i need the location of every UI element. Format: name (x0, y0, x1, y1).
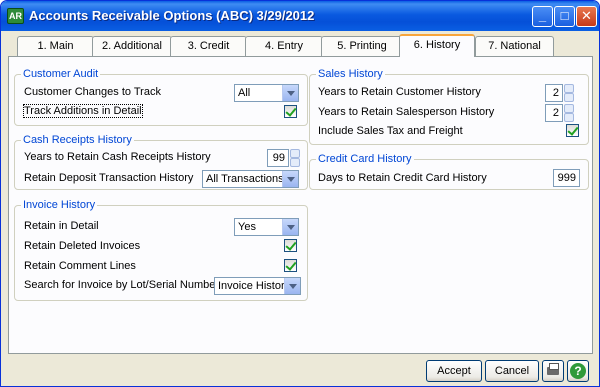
tab-credit[interactable]: 3. Credit (170, 36, 247, 56)
salesperson-history-years-spinner[interactable] (564, 104, 574, 122)
retain-detail-select[interactable]: Yes (234, 218, 299, 236)
search-invoice-select[interactable]: Invoice History (214, 277, 301, 295)
history-panel: Customer Audit Customer Changes to Track… (8, 56, 593, 354)
cash-receipts-years-spinner[interactable] (290, 149, 300, 167)
search-invoice-value: Invoice History (218, 280, 291, 292)
printer-icon (547, 363, 559, 375)
tab-additional[interactable]: 2. Additional (92, 36, 172, 56)
customer-changes-value: All (238, 87, 251, 99)
window-title: Accounts Receivable Options (ABC) 3/29/2… (29, 8, 315, 23)
customer-history-years-label: Years to Retain Customer History (318, 86, 481, 98)
include-tax-checkbox[interactable] (566, 124, 579, 137)
cash-receipts-years-label: Years to Retain Cash Receipts History (24, 151, 211, 163)
deposit-history-label: Retain Deposit Transaction History (24, 172, 194, 184)
track-additions-label: Track Additions in Detail (23, 104, 143, 118)
customer-audit-group: Customer Audit Customer Changes to Track… (14, 68, 308, 126)
print-button[interactable] (542, 360, 564, 382)
salesperson-history-years-label: Years to Retain Salesperson History (318, 106, 495, 118)
tab-national[interactable]: 7. National (475, 36, 554, 56)
cash-receipts-group: Cash Receipts History Years to Retain Ca… (14, 134, 308, 190)
app-icon: AR (7, 8, 24, 24)
track-additions-checkbox[interactable] (284, 105, 297, 118)
credit-card-days-label: Days to Retain Credit Card History (318, 172, 487, 184)
maximize-button[interactable]: □ (554, 6, 575, 27)
customer-audit-title: Customer Audit (21, 68, 101, 80)
invoice-history-title: Invoice History (21, 199, 98, 211)
credit-card-group: Credit Card History Days to Retain Credi… (309, 153, 589, 190)
tab-printing[interactable]: 5. Printing (321, 36, 403, 56)
chevron-down-icon[interactable] (282, 85, 298, 101)
retain-deleted-label: Retain Deleted Invoices (24, 240, 141, 252)
retain-comment-label: Retain Comment Lines (24, 260, 136, 272)
sales-history-group: Sales History Years to Retain Customer H… (309, 68, 589, 145)
cancel-button[interactable]: Cancel (485, 360, 539, 382)
accept-button[interactable]: Accept (426, 360, 482, 382)
minimize-button[interactable]: _ (532, 6, 553, 27)
retain-comment-checkbox[interactable] (284, 259, 297, 272)
customer-changes-label: Customer Changes to Track (24, 86, 161, 98)
close-button[interactable]: ✕ (576, 6, 597, 27)
retain-detail-label: Retain in Detail (24, 220, 99, 232)
chevron-down-icon[interactable] (282, 219, 298, 235)
deposit-history-value: All Transactions (206, 173, 284, 185)
cash-receipts-title: Cash Receipts History (21, 134, 134, 146)
help-icon: ? (570, 363, 586, 379)
search-invoice-label: Search for Invoice by Lot/Serial Number … (24, 279, 232, 291)
customer-history-years-spinner[interactable] (564, 84, 574, 102)
chevron-down-icon[interactable] (284, 278, 300, 294)
customer-history-years-field[interactable]: 2 (545, 84, 563, 102)
sales-history-title: Sales History (316, 68, 385, 80)
cash-receipts-years-field[interactable]: 99 (267, 149, 289, 167)
credit-card-title: Credit Card History (316, 153, 414, 165)
deposit-history-select[interactable]: All Transactions (202, 170, 299, 188)
tab-main[interactable]: 1. Main (17, 36, 94, 56)
options-window: AR Accounts Receivable Options (ABC) 3/2… (0, 0, 600, 387)
retain-detail-value: Yes (238, 221, 256, 233)
salesperson-history-years-field[interactable]: 2 (545, 104, 563, 122)
help-button[interactable]: ? (567, 360, 589, 382)
tab-history[interactable]: 6. History (399, 34, 475, 57)
tab-entry[interactable]: 4. Entry (245, 36, 323, 56)
invoice-history-group: Invoice History Retain in Detail Yes Ret… (14, 199, 308, 301)
include-tax-label: Include Sales Tax and Freight (318, 125, 463, 137)
credit-card-days-field[interactable]: 999 (553, 169, 580, 187)
chevron-down-icon[interactable] (282, 171, 298, 187)
customer-changes-select[interactable]: All (234, 84, 299, 102)
retain-deleted-checkbox[interactable] (284, 239, 297, 252)
title-bar[interactable]: AR Accounts Receivable Options (ABC) 3/2… (1, 1, 599, 31)
